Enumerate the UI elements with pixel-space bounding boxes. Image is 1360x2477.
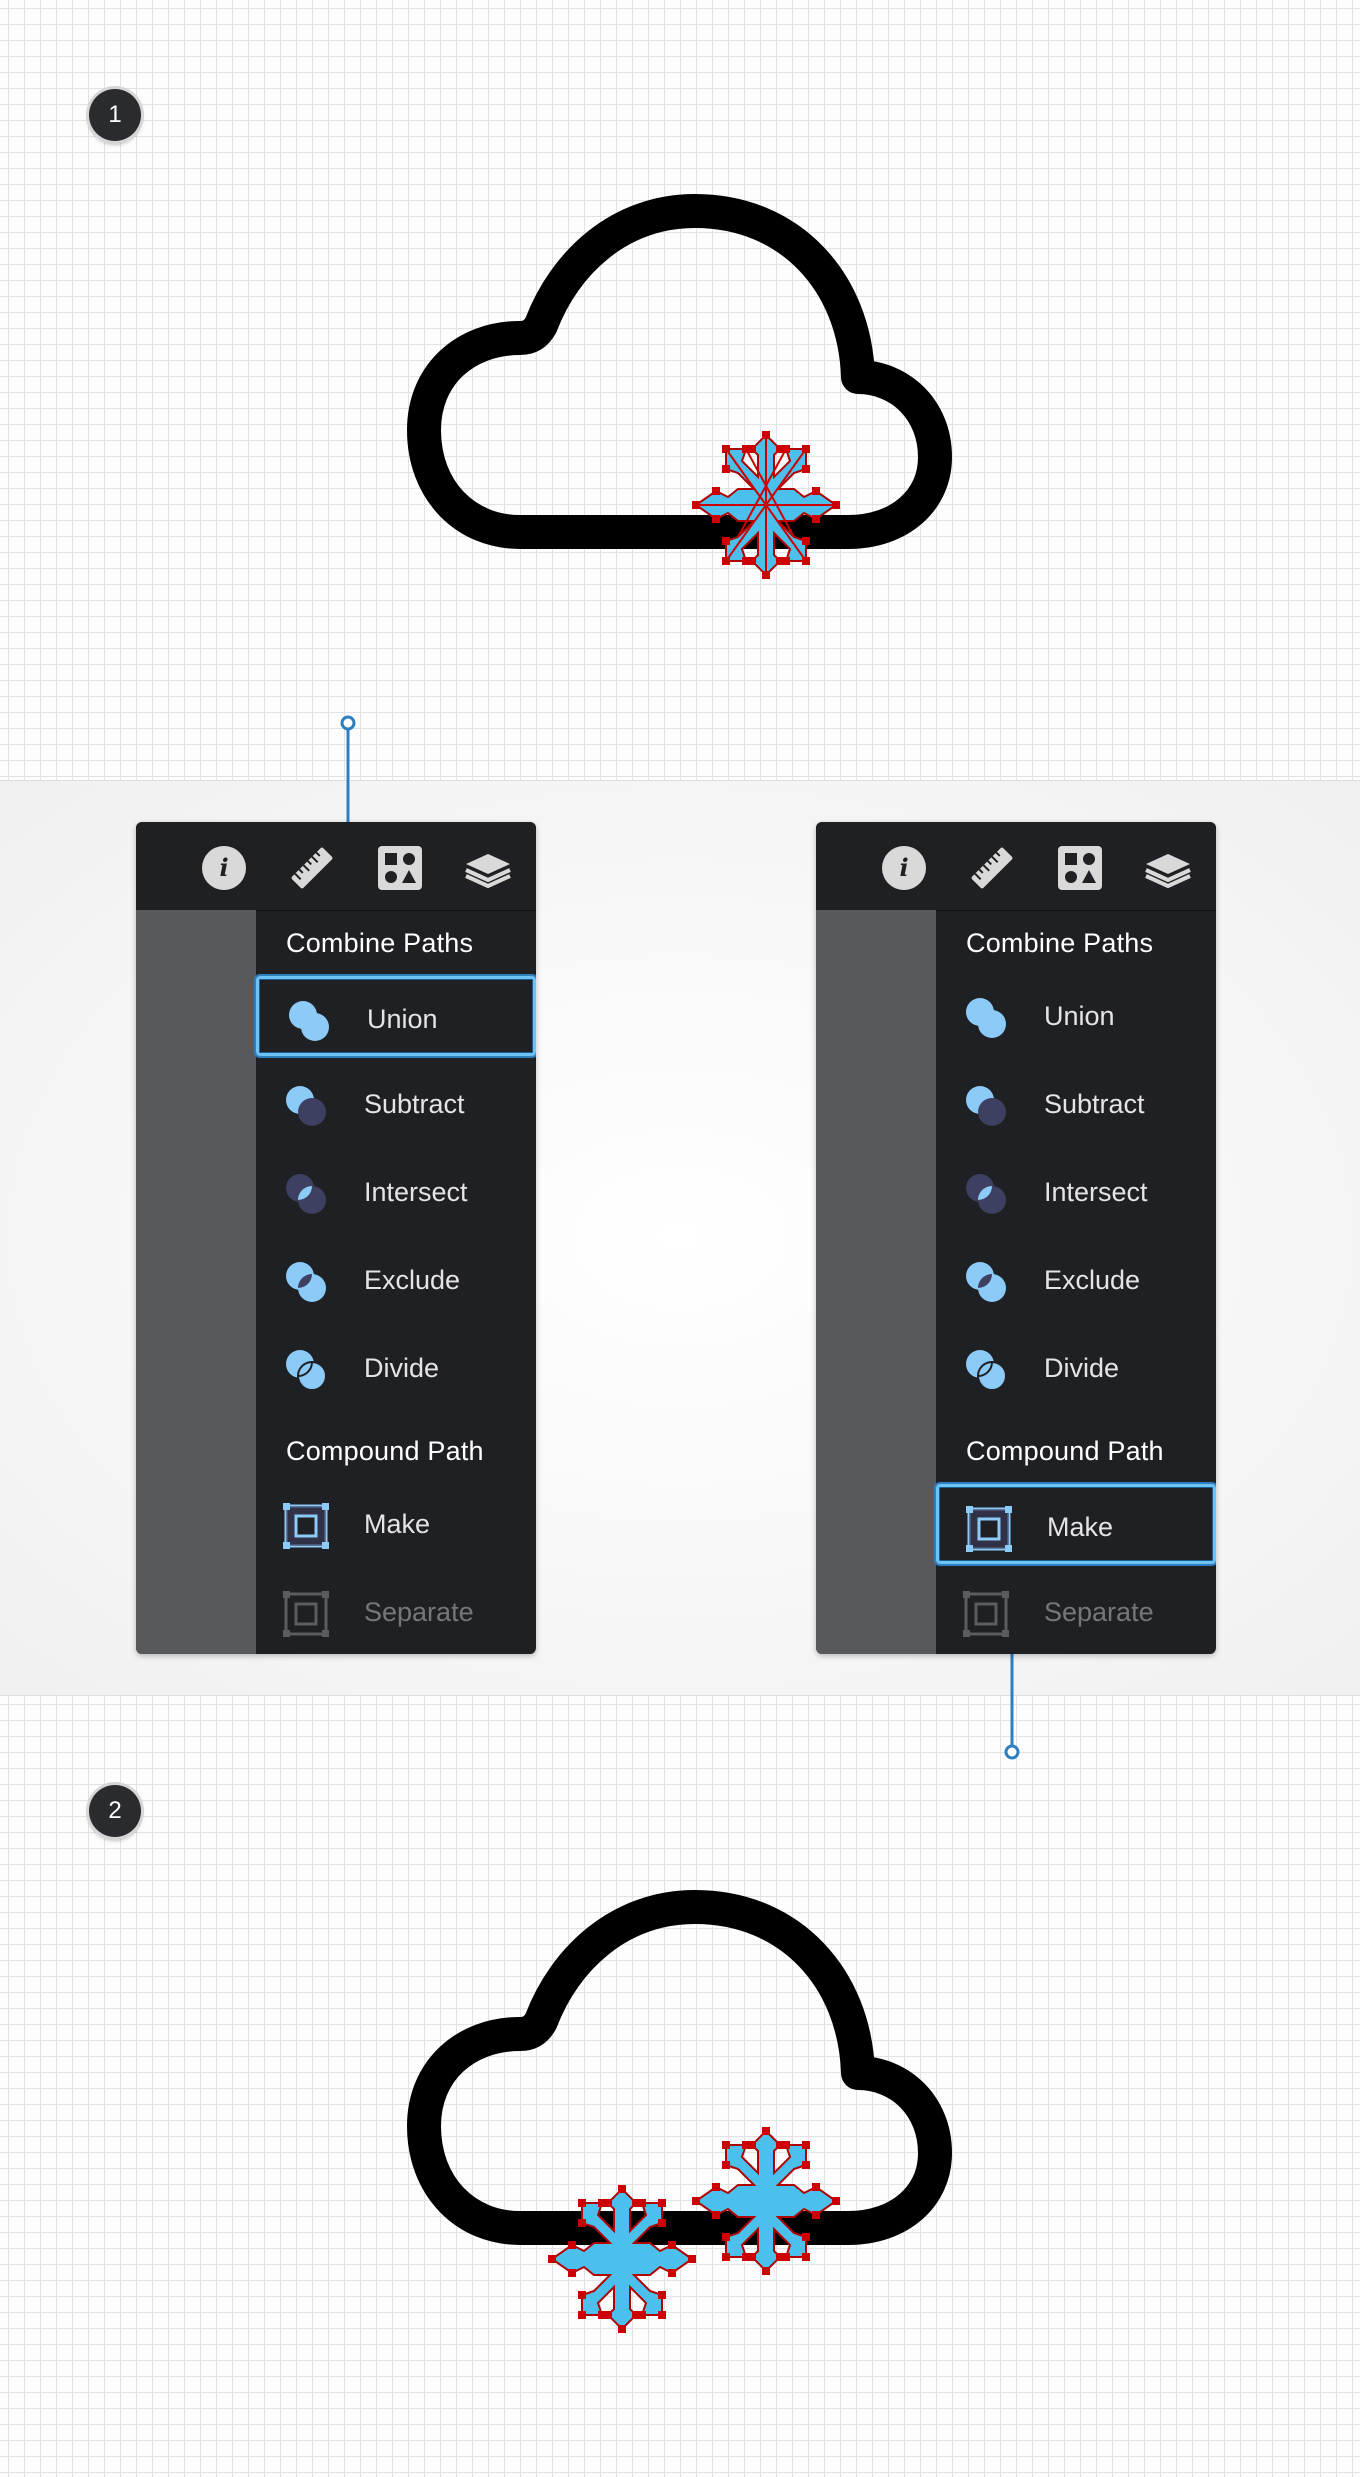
exclude-icon [286, 1262, 326, 1302]
divide-icon [966, 1350, 1007, 1391]
separate-compound-icon [283, 1591, 329, 1637]
cloud-outline [407, 194, 952, 549]
union-button[interactable]: Union [936, 976, 1216, 1056]
exclude-button[interactable]: Exclude [256, 1240, 536, 1320]
separate-label: Separate [1044, 1597, 1154, 1627]
snowflake-right [692, 2127, 840, 2275]
layers-icon[interactable] [1144, 844, 1192, 892]
divide-button[interactable]: Divide [256, 1328, 536, 1408]
compound-path-title: Compound Path [966, 1436, 1164, 1466]
separate-compound-icon [963, 1591, 1009, 1637]
divide-button[interactable]: Divide [936, 1328, 1216, 1408]
snowflake-single [692, 431, 840, 579]
make-label: Make [1047, 1512, 1114, 1542]
intersect-button[interactable]: Intersect [256, 1152, 536, 1232]
intersect-label: Intersect [1044, 1177, 1148, 1207]
intersect-icon [966, 1174, 1006, 1214]
divide-label: Divide [1044, 1353, 1120, 1383]
exclude-label: Exclude [1044, 1265, 1141, 1295]
svg-text:i: i [219, 853, 228, 882]
exclude-button[interactable]: Exclude [936, 1240, 1216, 1320]
separate-button[interactable]: Separate [256, 1572, 536, 1652]
intersect-label: Intersect [364, 1177, 468, 1207]
intersect-icon [286, 1174, 326, 1214]
union-label: Union [367, 1004, 438, 1034]
info-icon[interactable]: i [880, 844, 928, 892]
make-compound-icon [966, 1506, 1012, 1552]
make-button[interactable]: Make [936, 1484, 1216, 1564]
subtract-label: Subtract [1044, 1089, 1145, 1119]
subtract-button[interactable]: Subtract [256, 1064, 536, 1144]
info-icon[interactable]: i [200, 844, 248, 892]
make-button[interactable]: Make [256, 1484, 536, 1564]
separate-button[interactable]: Separate [936, 1572, 1216, 1652]
cloud-illustration-step2 [407, 1890, 952, 2333]
intersect-button[interactable]: Intersect [936, 1152, 1216, 1232]
compound-path-title: Compound Path [286, 1436, 484, 1466]
make-compound-icon [283, 1503, 329, 1549]
panel-toolbar: i [816, 822, 1216, 911]
subtract-button[interactable]: Subtract [936, 1064, 1216, 1144]
shapes-icon[interactable] [376, 844, 424, 892]
layers-icon[interactable] [464, 844, 512, 892]
separate-label: Separate [364, 1597, 474, 1627]
make-label: Make [364, 1509, 431, 1539]
path-panel-right: i Combine Paths Union Subtract Intersect… [816, 822, 1216, 1654]
shapes-icon[interactable] [1056, 844, 1104, 892]
svg-text:i: i [899, 853, 908, 882]
subtract-icon [286, 1086, 326, 1126]
subtract-label: Subtract [364, 1089, 465, 1119]
exclude-icon [966, 1262, 1006, 1302]
snowflake-left [548, 2185, 696, 2333]
ruler-icon[interactable] [288, 844, 336, 892]
subtract-icon [966, 1086, 1006, 1126]
ruler-icon[interactable] [968, 844, 1016, 892]
divide-label: Divide [364, 1353, 440, 1383]
cloud-outline [407, 1890, 952, 2245]
union-icon [966, 998, 1006, 1038]
path-panel-left: i Combine Paths Union Subtract Intersect… [136, 822, 536, 1654]
divide-icon [286, 1350, 327, 1391]
panel-toolbar: i [136, 822, 536, 911]
union-label: Union [1044, 1001, 1115, 1031]
union-icon [289, 1001, 329, 1041]
combine-paths-title: Combine Paths [286, 928, 474, 958]
exclude-label: Exclude [364, 1265, 461, 1295]
union-button[interactable]: Union [256, 976, 536, 1056]
combine-paths-title: Combine Paths [966, 928, 1154, 958]
panel-sidebar [136, 910, 256, 1654]
panel-sidebar [816, 910, 936, 1654]
cloud-illustration-step1 [407, 194, 952, 579]
